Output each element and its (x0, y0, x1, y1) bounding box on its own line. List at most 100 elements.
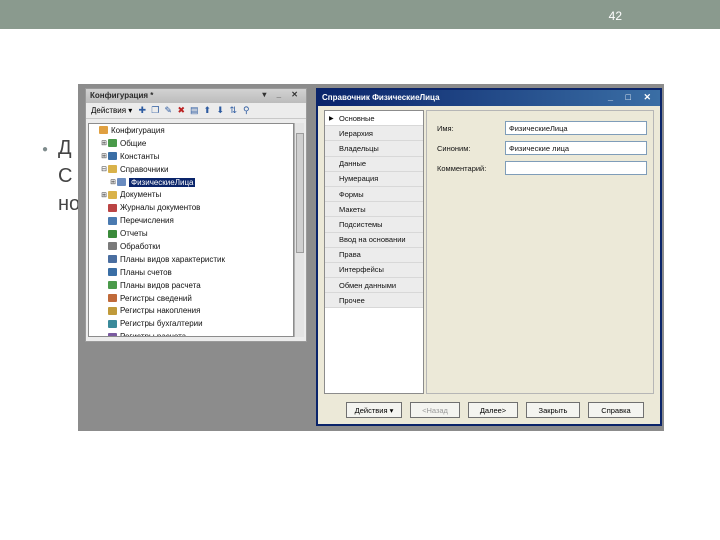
tree-node-icon (108, 203, 117, 212)
nav-item-label: Права (339, 250, 361, 260)
current-arrow-icon: ▶ (329, 115, 334, 122)
tree-item[interactable]: Конфигурация (89, 124, 293, 137)
bullet-line-3: но (58, 193, 81, 215)
tree-item[interactable]: ⊞ Общие (89, 137, 293, 150)
tree-item[interactable]: Регистры сведений (89, 292, 293, 305)
next-button[interactable]: Далее> (468, 402, 518, 418)
tree-item-label: Регистры расчета (120, 332, 187, 337)
tree-item-label: Регистры бухгалтерии (120, 319, 203, 329)
nav-item[interactable]: Макеты (325, 202, 423, 218)
nav-item-label: Интерфейсы (339, 265, 384, 275)
tree-node-icon (108, 229, 117, 238)
properties-icon[interactable]: ▤ (189, 105, 199, 116)
dialog-buttons: Действия ▾ <Назад Далее> Закрыть Справка (346, 402, 644, 418)
tree-scrollbar[interactable] (294, 123, 304, 337)
name-row: Имя: ФизическиеЛица (437, 121, 647, 135)
tree-item[interactable]: ⊞ ФизическиеЛица (89, 176, 293, 189)
nav-item[interactable]: Формы (325, 186, 423, 203)
actions-button[interactable]: Действия ▾ (346, 402, 402, 418)
tree-item[interactable]: Журналы документов (89, 201, 293, 214)
help-button[interactable]: Справка (588, 402, 644, 418)
nav-item[interactable]: Обмен данными (325, 278, 423, 294)
tree-node-icon (108, 242, 117, 251)
nav-item[interactable]: Владельцы (325, 141, 423, 157)
nav-item-label: Прочее (339, 295, 365, 305)
tree-item-label: Планы видов характеристик (120, 254, 225, 264)
tree-node-icon (108, 332, 117, 336)
dialog-window-controls[interactable]: _ □ ✕ (608, 92, 656, 103)
synonym-input[interactable]: Физические лица (505, 141, 647, 155)
tree-item[interactable]: Перечисления (89, 214, 293, 227)
tree-item-label: Регистры накопления (120, 306, 201, 316)
expand-toggle-icon[interactable]: ⊞ (100, 152, 108, 160)
move-down-icon[interactable]: ⬇ (215, 105, 225, 116)
tree-node-icon (108, 216, 117, 225)
move-up-icon[interactable]: ⬆ (202, 105, 212, 116)
nav-item[interactable]: Прочее (325, 293, 423, 309)
filter-icon[interactable]: ⚲ (241, 105, 251, 116)
comment-input[interactable] (505, 161, 647, 175)
tree-item-label: Обработки (120, 241, 161, 251)
tree-item[interactable]: Регистры накопления (89, 304, 293, 317)
tree-node-icon (108, 319, 117, 328)
sort-icon[interactable]: ⇅ (228, 105, 238, 116)
dialog-title-text: Справочник ФизическиеЛица (322, 93, 440, 102)
tree-item-label: Журналы документов (120, 203, 201, 213)
tree-node-icon (108, 306, 117, 315)
tree-item[interactable]: Регистры расчета (89, 330, 293, 337)
nav-item-label: Макеты (339, 204, 366, 214)
configuration-window-title: Конфигурация * ▾ _ ✕ (86, 89, 306, 103)
nav-item-label: Подсистемы (339, 219, 383, 229)
tree-item[interactable]: ⊞ Константы (89, 150, 293, 163)
dialog-form: Имя: ФизическиеЛица Синоним: Физические … (426, 110, 654, 394)
add-icon[interactable]: ✚ (137, 105, 147, 116)
tree-item-label: Константы (120, 151, 160, 161)
tree-item[interactable]: Отчеты (89, 227, 293, 240)
actions-menu-button[interactable]: Действия ▾ (89, 106, 134, 115)
name-input[interactable]: ФизическиеЛица (505, 121, 647, 135)
edit-icon[interactable]: ✎ (163, 105, 173, 116)
configuration-tree[interactable]: Конфигурация ⊞ Общие ⊞ Константы ⊟ Справочники… (88, 123, 294, 337)
tree-item-label: Отчеты (120, 229, 148, 239)
tree-item[interactable]: ⊟ Справочники (89, 163, 293, 176)
nav-item[interactable]: Подсистемы (325, 217, 423, 233)
expand-toggle-icon[interactable]: ⊞ (100, 139, 108, 147)
nav-item[interactable]: ▶ Основные (325, 111, 423, 127)
dialog-title-bar: Справочник ФизическиеЛица _ □ ✕ (318, 90, 660, 106)
scrollbar-thumb[interactable] (296, 133, 304, 253)
tree-node-icon (108, 165, 117, 174)
tree-item[interactable]: Планы видов расчета (89, 279, 293, 292)
slide-number: 42 (608, 9, 622, 23)
tree-node-icon (108, 152, 117, 161)
tree-item[interactable]: Регистры бухгалтерии (89, 317, 293, 330)
nav-item[interactable]: Нумерация (325, 171, 423, 187)
tree-item[interactable]: Обработки (89, 240, 293, 253)
configuration-toolbar: Действия ▾ ✚ ❐ ✎ ✖ ▤ ⬆ ⬇ ⇅ ⚲ (86, 103, 306, 119)
window-controls[interactable]: ▾ _ ✕ (262, 90, 302, 99)
expand-toggle-icon[interactable]: ⊞ (109, 178, 117, 186)
nav-item[interactable]: Права (325, 247, 423, 263)
copy-icon[interactable]: ❐ (150, 105, 160, 116)
expand-toggle-icon[interactable]: ⊟ (100, 165, 108, 173)
tree-node-icon (108, 190, 117, 199)
nav-item[interactable]: Данные (325, 156, 423, 172)
expand-toggle-icon[interactable]: ⊞ (100, 191, 108, 199)
configuration-window: Конфигурация * ▾ _ ✕ Действия ▾ ✚ ❐ ✎ ✖ … (85, 88, 307, 342)
delete-icon[interactable]: ✖ (176, 105, 186, 116)
back-button[interactable]: <Назад (410, 402, 460, 418)
tree-node-icon (117, 178, 126, 186)
directory-dialog: Справочник ФизическиеЛица _ □ ✕ ▶ Основны… (316, 88, 662, 426)
tree-item[interactable]: Планы счетов (89, 266, 293, 279)
comment-row: Комментарий: (437, 161, 647, 175)
bullet-text: Д С но (58, 134, 80, 218)
nav-item[interactable]: Иерархия (325, 126, 423, 142)
tree-item[interactable]: ⊞ Документы (89, 188, 293, 201)
name-label: Имя: (437, 123, 454, 133)
nav-item[interactable]: Интерфейсы (325, 262, 423, 279)
tree-item[interactable]: Планы видов характеристик (89, 253, 293, 266)
nav-item[interactable]: Ввод на основании (325, 232, 423, 248)
close-button[interactable]: Закрыть (526, 402, 580, 418)
tree-item-label: Документы (120, 190, 162, 200)
tree-node-icon (108, 281, 117, 290)
tree-item-label: ФизическиеЛица (129, 177, 196, 187)
